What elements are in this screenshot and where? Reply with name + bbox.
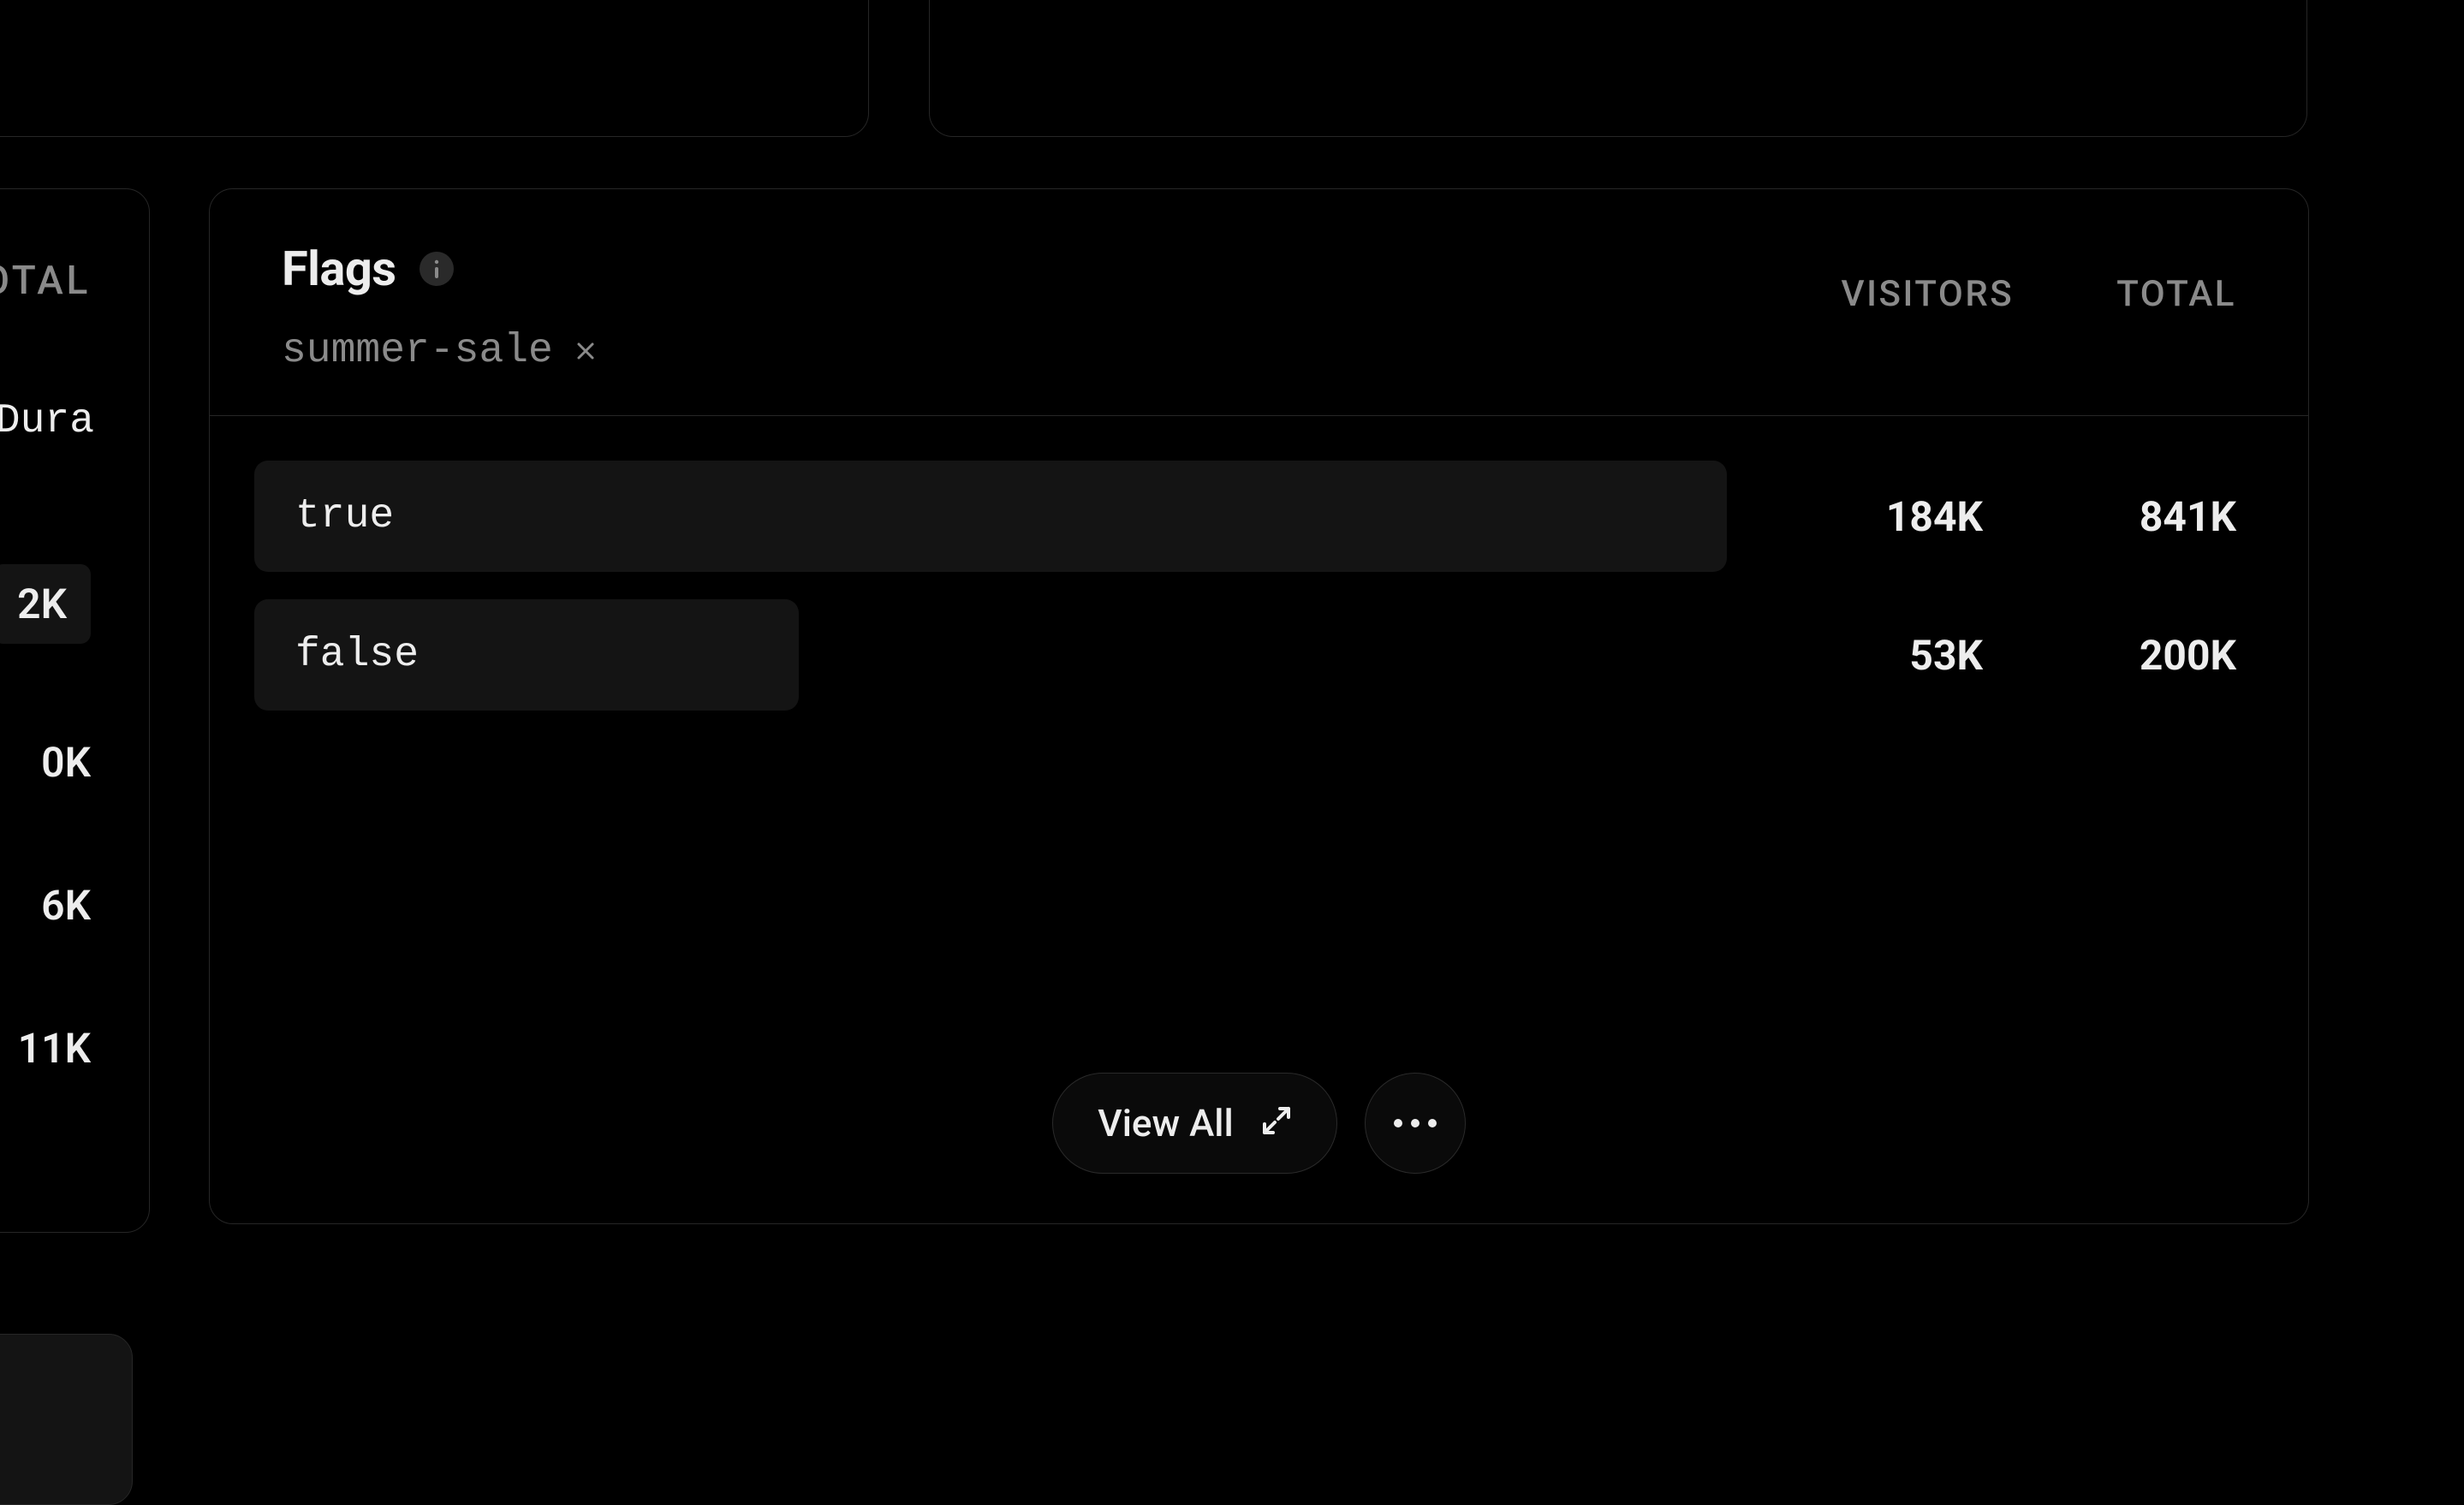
flags-footer: View All [210,1073,2308,1223]
flags-body: true 184K 841K false 53K 200K [210,416,2308,711]
background-card-top-right [929,0,2307,137]
flag-bar: true [254,461,1727,572]
background-card-bottom [0,1334,133,1505]
left-card-value: 11K [18,1024,91,1073]
flags-header: Flags summer-sale VISITORS TOT [210,189,2308,416]
column-header-visitors: VISITORS [1842,273,2015,315]
left-card-value: 2K [0,564,91,644]
background-card-left: OTAL estDura 2K 0K 6K 11K [0,188,150,1233]
view-all-label: View All [1098,1101,1233,1145]
flag-visitors-value: 184K [1829,492,1983,541]
close-icon[interactable] [572,337,599,365]
column-header-total: TOTAL [2116,273,2236,315]
left-card-value: 0K [41,738,91,787]
expand-icon [1261,1101,1292,1145]
table-row[interactable]: false 53K 200K [254,599,2236,711]
table-row[interactable]: true 184K 841K [254,461,2236,572]
flags-title: Flags [282,241,396,297]
more-button[interactable] [1365,1073,1466,1174]
more-horizontal-icon [1393,1115,1437,1132]
flag-filter-label: summer-sale [282,328,553,374]
view-all-button[interactable]: View All [1052,1073,1336,1174]
flag-bar: false [254,599,799,711]
flag-filter-chip[interactable]: summer-sale [282,328,599,374]
left-card-column-header: OTAL [0,258,98,304]
flag-value-label: true [295,493,394,539]
flag-total-value: 841K [2082,492,2236,541]
background-card-top-left [0,0,869,137]
left-card-value: 6K [41,881,91,930]
flag-total-value: 200K [2082,631,2236,680]
info-icon[interactable] [420,252,454,286]
flag-visitors-value: 53K [1829,631,1983,680]
left-card-row-label: estDura [0,398,98,444]
flags-card: Flags summer-sale VISITORS TOT [209,188,2309,1224]
flag-value-label: false [295,632,419,678]
